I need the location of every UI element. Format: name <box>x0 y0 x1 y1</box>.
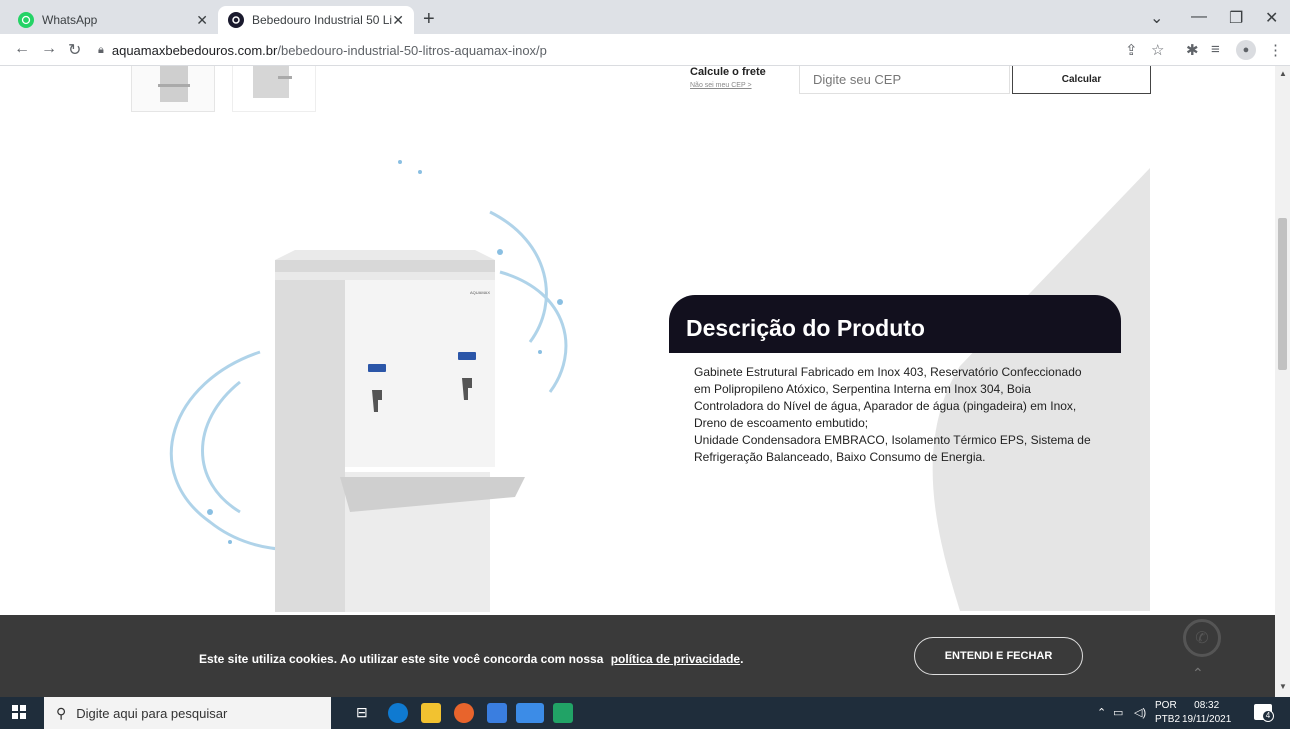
tab-whatsapp[interactable]: WhatsApp ✕ <box>8 6 218 34</box>
description-title: Descrição do Produto <box>669 295 1121 353</box>
cookie-message: Este site utiliza cookies. Ao utilizar e… <box>199 652 743 666</box>
maximize-button[interactable]: ❐ <box>1229 8 1243 28</box>
whatsapp-icon <box>18 12 34 28</box>
cookie-text: Este site utiliza cookies. Ao utilizar e… <box>199 652 604 666</box>
notification-icon[interactable]: 4 <box>1254 704 1274 722</box>
page-viewport: Calcule o frete Não sei meu CEP > Calcul… <box>0 66 1275 697</box>
lock-icon: 🔒︎ <box>98 43 104 56</box>
file-explorer-icon[interactable] <box>421 703 441 723</box>
tab-search-icon[interactable]: ⌄ <box>1150 8 1163 28</box>
scroll-up-icon[interactable]: ▲ <box>1279 69 1287 78</box>
new-tab-button[interactable]: + <box>423 8 435 31</box>
tray-chevron-icon[interactable]: ⌃ <box>1097 706 1106 719</box>
volume-icon[interactable]: ◁) <box>1134 706 1146 719</box>
windows-taskbar: ⚲ Digite aqui para pesquisar ⊟ ⌃ ▭ ◁) PO… <box>0 697 1290 729</box>
address-bar[interactable]: 🔒︎ aquamaxbebedouros.com.br/bebedouro-in… <box>98 39 1108 61</box>
browser-tab-strip: WhatsApp ✕ Bebedouro Industrial 50 Litro… <box>0 0 1290 34</box>
scroll-down-icon[interactable]: ▼ <box>1279 682 1287 691</box>
bookmark-star-icon[interactable]: ☆ <box>1151 41 1164 59</box>
tab-title: WhatsApp <box>42 13 98 27</box>
extensions-icon[interactable]: ✱ <box>1186 41 1199 59</box>
minimize-button[interactable]: — <box>1191 8 1207 26</box>
task-view-icon[interactable]: ⊟ <box>356 704 368 721</box>
clock-date: 19/11/2021 <box>1182 714 1232 725</box>
windows-start-icon[interactable] <box>12 705 26 719</box>
tab-title: Bebedouro Industrial 50 Litros In <box>252 13 392 27</box>
cep-input[interactable] <box>799 66 1010 94</box>
taskbar-search[interactable]: ⚲ Digite aqui para pesquisar <box>44 697 331 729</box>
language-indicator[interactable]: POR PTB2 <box>1155 699 1180 727</box>
clock-time: 08:32 <box>1194 700 1220 711</box>
shipping-label: Calcule o frete <box>690 66 766 78</box>
keyboard-layout: PTB2 <box>1155 714 1181 725</box>
search-icon: ⚲ <box>56 704 67 721</box>
calculate-button[interactable]: Calcular <box>1012 66 1151 94</box>
close-window-button[interactable]: ✕ <box>1265 8 1278 28</box>
url-path: /bebedouro-industrial-50-litros-aquamax-… <box>277 42 547 58</box>
spreadsheet-app-icon[interactable] <box>553 703 573 723</box>
firefox-icon[interactable] <box>454 703 474 723</box>
whatsapp-icon[interactable]: ✆ <box>1183 619 1221 657</box>
network-icon[interactable]: ▭ <box>1113 706 1123 719</box>
cookie-suffix: . <box>740 652 744 666</box>
browser-toolbar: ← → ↻ 🔒︎ aquamaxbebedouros.com.br/bebedo… <box>0 34 1290 66</box>
document-app-icon[interactable] <box>487 703 507 723</box>
cookie-banner: Este site utiliza cookies. Ao utilizar e… <box>0 615 1275 697</box>
back-to-top-icon[interactable]: ⌃ <box>1192 665 1204 682</box>
unknown-cep-link[interactable]: Não sei meu CEP > <box>690 82 752 89</box>
chrome-icon[interactable] <box>516 703 544 723</box>
tab-product-page[interactable]: Bebedouro Industrial 50 Litros In ✕ <box>218 6 414 34</box>
language-code: POR <box>1155 700 1177 711</box>
scrollbar-thumb[interactable] <box>1278 218 1287 370</box>
privacy-policy-link[interactable]: política de privacidade <box>611 652 740 666</box>
product-brand-label: AQUAMAX <box>470 290 490 295</box>
taskbar-search-placeholder: Digite aqui para pesquisar <box>76 705 228 721</box>
edge-icon[interactable] <box>388 703 408 723</box>
forward-icon[interactable]: → <box>41 40 57 58</box>
back-icon[interactable]: ← <box>14 40 30 58</box>
close-icon[interactable]: ✕ <box>392 12 404 29</box>
description-text: Gabinete Estrutural Fabricado em Inox 40… <box>694 365 1091 464</box>
page-scrollbar[interactable]: ▲ ▼ <box>1275 66 1290 697</box>
reload-icon[interactable]: ↻ <box>68 40 81 60</box>
product-image: AQUAMAX <box>169 160 568 612</box>
product-thumbnail[interactable] <box>232 66 316 112</box>
close-icon[interactable]: ✕ <box>196 12 208 29</box>
notification-count: 4 <box>1262 710 1274 722</box>
reading-list-icon[interactable]: ≡ <box>1211 41 1220 58</box>
accept-cookies-button[interactable]: ENTENDI E FECHAR <box>914 637 1083 675</box>
profile-avatar[interactable]: ● <box>1236 40 1256 60</box>
taskbar-clock[interactable]: 08:32 19/11/2021 <box>1182 699 1231 727</box>
share-icon[interactable]: ⇪ <box>1125 41 1138 59</box>
menu-icon[interactable]: ⋮ <box>1268 41 1283 59</box>
site-icon <box>228 12 244 28</box>
product-thumbnail[interactable] <box>131 66 215 112</box>
url-host: aquamaxbebedouros.com.br <box>111 42 278 58</box>
